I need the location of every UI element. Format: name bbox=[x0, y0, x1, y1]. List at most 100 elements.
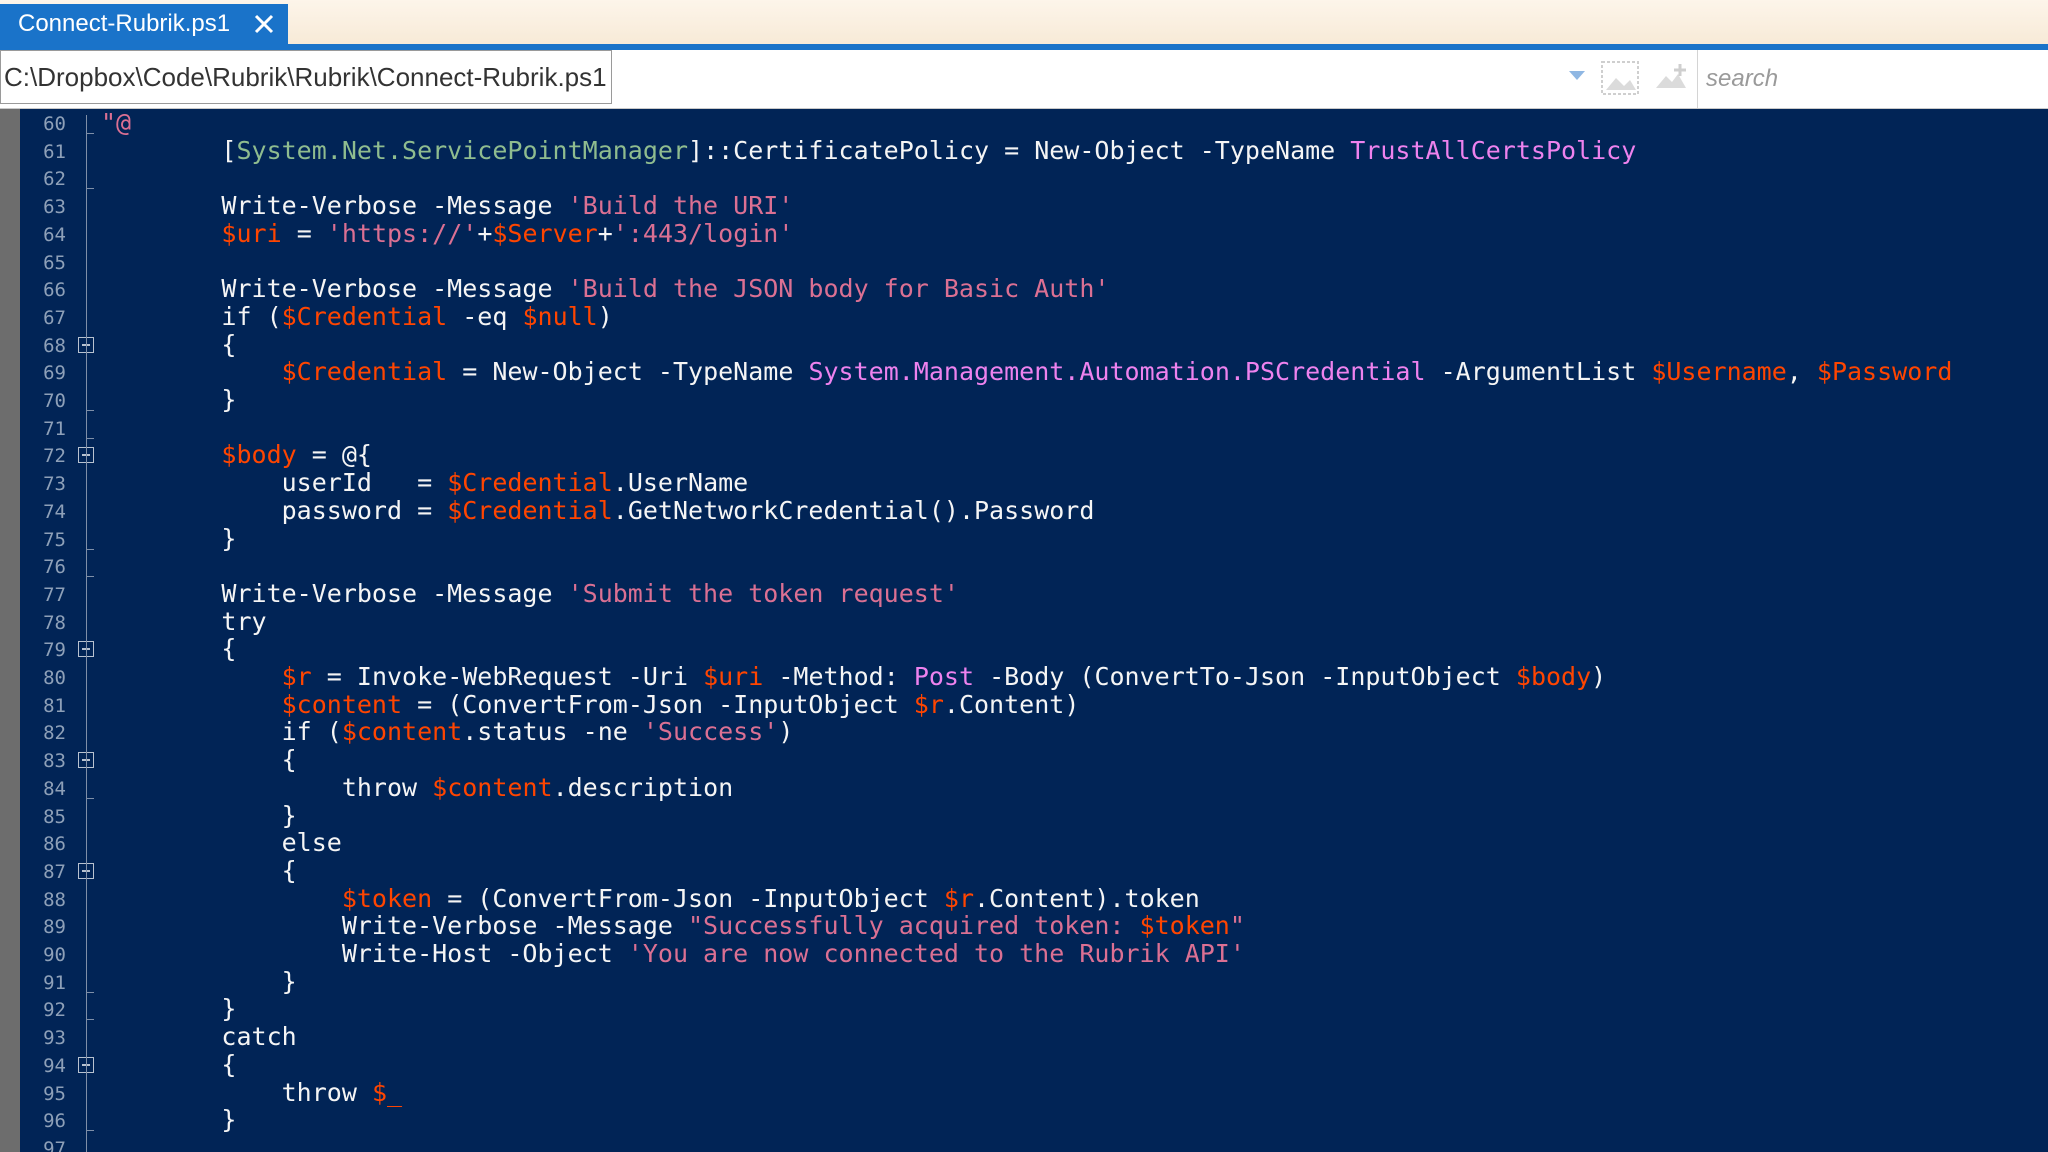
code-text: } bbox=[101, 801, 297, 830]
line-number: 97 bbox=[43, 1137, 66, 1152]
file-path-field[interactable]: C:\Dropbox\Code\Rubrik\Rubrik\Connect-Ru… bbox=[0, 50, 612, 104]
code-line[interactable]: 89 Write-Verbose -Message "Successfully … bbox=[0, 912, 2048, 940]
code-line[interactable]: 67 if ($Credential -eq $null) bbox=[0, 301, 2048, 331]
code-token: -eq bbox=[447, 301, 523, 331]
code-editor[interactable]: 60 "@ 61 [System.Net.ServicePointManager]:… bbox=[0, 109, 2048, 1152]
code-line[interactable]: 74 password = $Credential.GetNetworkCred… bbox=[0, 496, 2048, 525]
code-line[interactable]: 92 } bbox=[0, 995, 2048, 1023]
code-token: else bbox=[101, 828, 342, 858]
code-token: $r bbox=[281, 662, 312, 691]
code-text: throw $content.description bbox=[101, 772, 734, 802]
code-line[interactable]: 61 [System.Net.ServicePointManager]::Cer… bbox=[0, 135, 2048, 165]
code-token: .UserName bbox=[612, 468, 749, 498]
code-token: $content bbox=[432, 772, 553, 802]
code-token: $r bbox=[943, 883, 974, 913]
code-line[interactable]: 79 { bbox=[0, 635, 2048, 663]
code-token: Write-Verbose -Message bbox=[101, 911, 688, 941]
code-line[interactable]: 70 } bbox=[0, 386, 2048, 414]
line-number: 70 bbox=[43, 390, 66, 412]
code-line[interactable]: 65 bbox=[0, 248, 2048, 276]
code-line[interactable]: 83 { bbox=[0, 746, 2048, 774]
code-token: $content bbox=[281, 689, 403, 719]
line-number: 67 bbox=[43, 306, 66, 329]
code-line[interactable]: 80 $r = Invoke-WebRequest -Uri $uri -Met… bbox=[0, 663, 2048, 691]
code-line[interactable]: 96 } bbox=[0, 1106, 2048, 1134]
search-input[interactable] bbox=[1704, 52, 2048, 106]
code-token: = New-Object -TypeName bbox=[447, 357, 809, 387]
code-line[interactable]: 60 "@ bbox=[0, 109, 2048, 137]
code-line[interactable]: 97 bbox=[0, 1134, 2048, 1152]
code-line[interactable]: 76 bbox=[0, 552, 2048, 580]
code-line[interactable]: 71 bbox=[0, 414, 2048, 442]
code-token: 'https://' bbox=[326, 218, 478, 248]
code-token: $Server bbox=[492, 218, 598, 248]
code-line[interactable]: 81 $content = (ConvertFrom-Json -InputOb… bbox=[0, 689, 2048, 719]
code-line[interactable]: 72 $body = @{ bbox=[0, 441, 2048, 469]
code-token: , bbox=[1786, 357, 1817, 387]
fold-guide-tick bbox=[86, 576, 94, 578]
code-token: "Successfully acquired token: bbox=[688, 911, 1140, 941]
code-line[interactable]: 88 $token = (ConvertFrom-Json -InputObje… bbox=[0, 883, 2048, 913]
code-line[interactable]: 94 { bbox=[0, 1050, 2048, 1079]
code-text: } bbox=[101, 524, 236, 553]
code-line[interactable]: 64 $uri = 'https://'+$Server+':443/login… bbox=[0, 218, 2048, 248]
code-line[interactable]: 75 } bbox=[0, 524, 2048, 553]
line-number: 64 bbox=[43, 223, 66, 246]
code-token: .description bbox=[552, 772, 734, 802]
code-line[interactable]: 68 { bbox=[0, 329, 2048, 359]
code-line[interactable]: 62 bbox=[0, 164, 2048, 192]
code-line[interactable]: 84 throw $content.description bbox=[0, 772, 2048, 802]
line-number: 89 bbox=[43, 916, 66, 939]
code-token: .status -ne bbox=[462, 717, 643, 747]
line-number: 92 bbox=[43, 999, 66, 1022]
add-image-icon[interactable] bbox=[1650, 58, 1694, 98]
fold-guide-tick bbox=[86, 1019, 94, 1021]
code-token: TrustAllCertsPolicy bbox=[1350, 135, 1637, 165]
code-line[interactable]: 69 $Credential = New-Object -TypeName Sy… bbox=[0, 358, 2048, 386]
code-line[interactable]: 90 Write-Host -Object 'You are now conne… bbox=[0, 940, 2048, 968]
code-text: { bbox=[101, 856, 297, 885]
code-text: Write-Host -Object 'You are now connecte… bbox=[101, 940, 1245, 968]
close-icon[interactable] bbox=[250, 10, 278, 38]
code-token: System.Management.Automation.PSCredentia… bbox=[808, 357, 1426, 387]
tab-connect-rubrik[interactable]: Connect-Rubrik.ps1 bbox=[0, 4, 288, 44]
code-line[interactable]: 66 Write-Verbose -Message 'Build the JSO… bbox=[0, 275, 2048, 303]
code-token: if ( bbox=[101, 717, 342, 747]
code-line[interactable]: 78 try bbox=[0, 607, 2048, 636]
code-token: = Invoke-WebRequest -Uri bbox=[311, 662, 704, 691]
line-number: 79 bbox=[43, 639, 66, 662]
code-line[interactable]: 82 if ($content.status -ne 'Success') bbox=[0, 718, 2048, 746]
code-token: { bbox=[101, 634, 237, 664]
line-number: 69 bbox=[43, 362, 66, 385]
code-line[interactable]: 87 { bbox=[0, 856, 2048, 885]
code-text: $body = @{ bbox=[101, 441, 372, 469]
image-icon[interactable] bbox=[1598, 58, 1642, 98]
line-number: 65 bbox=[43, 251, 66, 274]
line-number: 84 bbox=[43, 777, 66, 800]
chevron-down-icon[interactable] bbox=[1566, 68, 1588, 84]
code-line[interactable]: 93 catch bbox=[0, 1023, 2048, 1051]
code-line[interactable]: 91 } bbox=[0, 967, 2048, 996]
code-line[interactable]: 63 Write-Verbose -Message 'Build the URI… bbox=[0, 192, 2048, 220]
code-line[interactable]: 85 } bbox=[0, 801, 2048, 830]
code-text: } bbox=[101, 1106, 236, 1134]
line-number: 68 bbox=[43, 334, 66, 357]
code-line[interactable]: 73 userId = $Credential.UserName bbox=[0, 469, 2048, 497]
code-line[interactable]: 86 else bbox=[0, 829, 2048, 857]
code-text: } bbox=[101, 386, 236, 414]
code-token: $uri bbox=[221, 218, 282, 248]
code-token: } bbox=[101, 385, 237, 414]
code-text: if ($content.status -ne 'Success') bbox=[101, 717, 794, 747]
code-text: } bbox=[101, 967, 297, 996]
code-token: = bbox=[281, 218, 327, 248]
code-token: { bbox=[101, 329, 237, 359]
line-number: 76 bbox=[43, 556, 66, 579]
code-line[interactable]: 77 Write-Verbose -Message 'Submit the to… bbox=[0, 579, 2048, 608]
code-line[interactable]: 95 throw $_ bbox=[0, 1078, 2048, 1107]
tab-title: Connect-Rubrik.ps1 bbox=[18, 10, 231, 37]
code-text: try bbox=[101, 607, 266, 636]
line-number: 77 bbox=[43, 583, 66, 606]
code-token: Write-Verbose -Message bbox=[101, 274, 568, 304]
